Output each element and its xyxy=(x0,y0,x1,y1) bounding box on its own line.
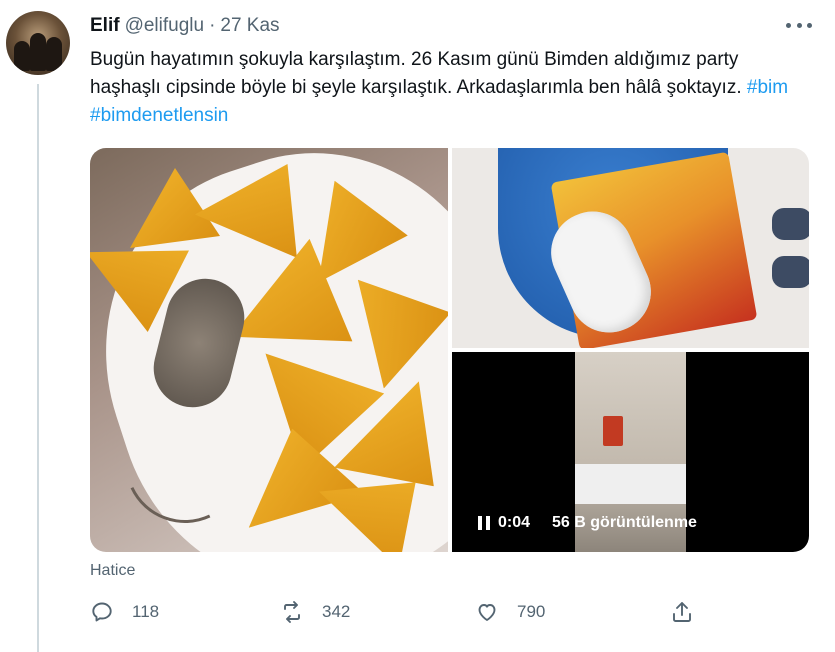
separator-dot: · xyxy=(209,15,216,36)
reply-count: 118 xyxy=(132,602,160,621)
tweet-header: Elif @elifuglu · 27 Kas xyxy=(90,15,280,37)
author-name[interactable]: Elif xyxy=(90,15,120,37)
photo-trash-bin[interactable] xyxy=(452,148,809,348)
more-dot xyxy=(786,22,791,28)
more-icon[interactable] xyxy=(786,18,812,32)
retweet-icon xyxy=(284,601,300,623)
video-duration: 0:04 xyxy=(498,514,531,531)
hashtag-link[interactable]: #bim xyxy=(747,77,788,98)
share-icon xyxy=(673,602,691,622)
tweet-text: Bugün hayatımın şokuyla karşılaştım. 26 … xyxy=(90,46,810,130)
avatar-figure xyxy=(46,37,62,71)
reply-icon xyxy=(92,602,112,622)
tweet-body: Bugün hayatımın şokuyla karşılaştım. 26 … xyxy=(90,49,742,98)
video-views: 56 B görüntülenme xyxy=(552,514,697,531)
action-bar: 118 342 790 xyxy=(90,600,809,628)
tweet-date[interactable]: 27 Kas xyxy=(220,15,279,37)
pause-icon[interactable] xyxy=(478,516,490,530)
more-dot xyxy=(807,22,812,28)
tagged-user[interactable]: Hatice xyxy=(90,562,135,580)
author-handle[interactable]: @elifuglu xyxy=(125,15,205,37)
retweet-button[interactable]: 342 xyxy=(280,600,350,624)
hashtag-link[interactable]: #bimdenetlensin xyxy=(90,105,228,126)
avatar[interactable] xyxy=(6,11,70,75)
avatar-figure xyxy=(30,33,46,71)
media-grid: 0:04 56 B görüntülenme xyxy=(90,148,809,552)
video-player[interactable]: 0:04 56 B görüntülenme xyxy=(452,352,809,552)
photo-chips-with-mouse[interactable] xyxy=(90,148,448,552)
thread-line xyxy=(37,84,39,652)
like-count: 790 xyxy=(517,602,546,621)
like-icon xyxy=(478,604,496,621)
table xyxy=(575,464,686,504)
sandal xyxy=(772,256,809,288)
retweet-count: 342 xyxy=(322,602,351,621)
like-button[interactable]: 790 xyxy=(475,600,545,624)
chips-bag xyxy=(603,416,623,446)
video-overlay: 0:04 56 B görüntülenme xyxy=(478,514,697,532)
sandal xyxy=(772,208,809,240)
share-button[interactable] xyxy=(670,600,712,624)
more-dot xyxy=(796,22,802,28)
avatar-figure xyxy=(14,41,30,71)
reply-button[interactable]: 118 xyxy=(90,600,159,624)
